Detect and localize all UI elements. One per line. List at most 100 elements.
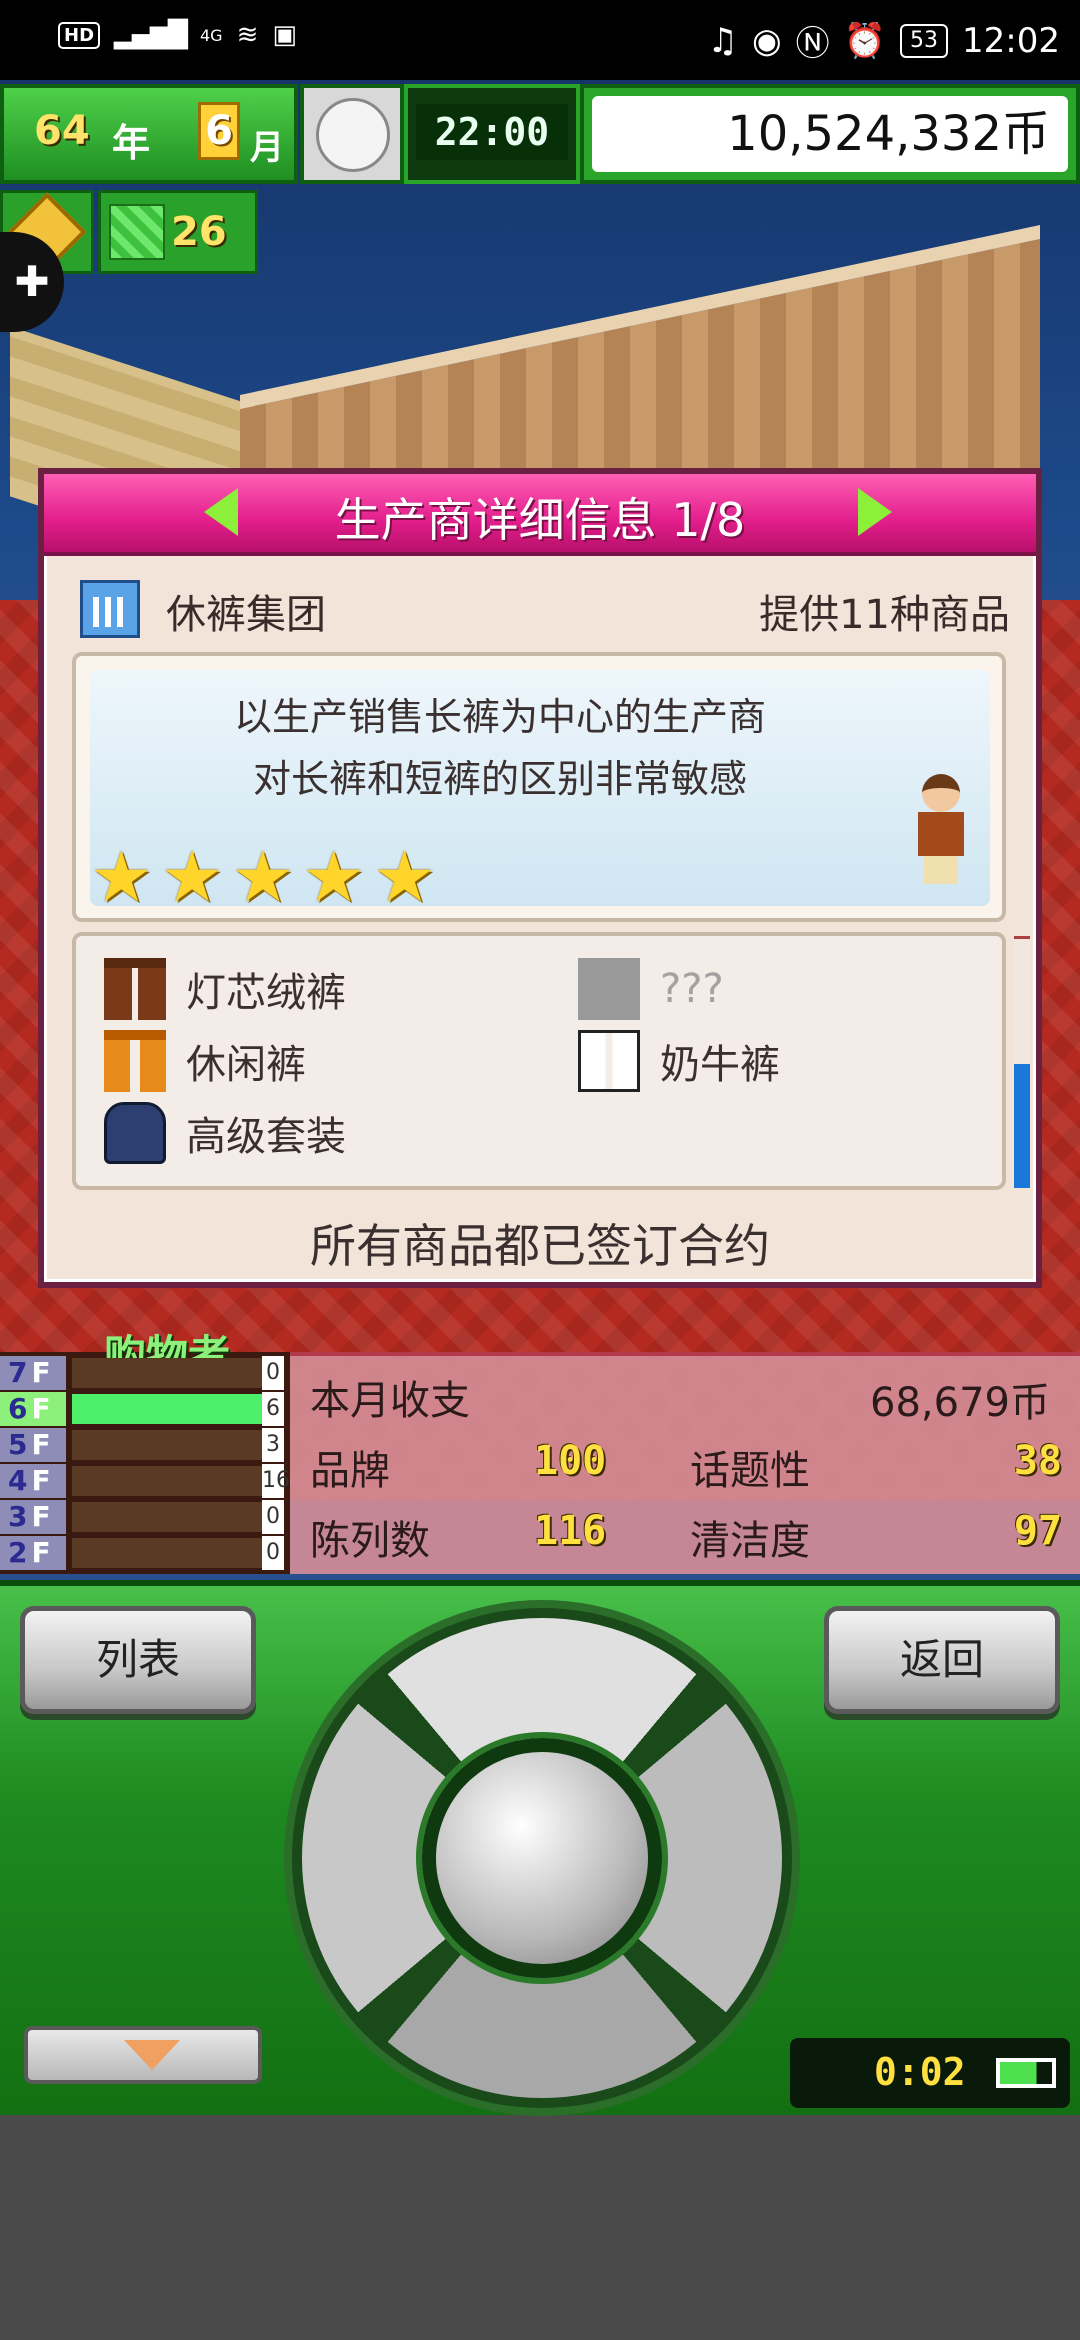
casual-pants-icon (104, 1030, 166, 1092)
goods-name: ??? (660, 966, 724, 1012)
list-item[interactable]: 灯芯绒裤 (104, 958, 346, 1020)
eye-icon: ◉ (752, 20, 782, 61)
shopper-count: 3 (262, 1428, 284, 1462)
network-label: 4G (200, 25, 223, 45)
floor-number: 6 (8, 1392, 28, 1425)
maker-info-row: 休裤集团 提供11种商品 (80, 574, 1010, 644)
panel-header: 生产商详细信息 1/8 (44, 474, 1036, 556)
clean-label: 清洁度 (690, 1518, 810, 1564)
floor-suffix: F (31, 1500, 51, 1533)
shopper-bar (72, 1538, 262, 1568)
floor-suffix: F (31, 1464, 51, 1497)
contract-status: 所有商品都已签订合约 (310, 1219, 770, 1273)
money-display: 10,524,332币 (580, 84, 1080, 184)
store-stats-panel: 本月收支 68,679币 品牌 100 话题性 38 陈列数 116 清洁度 9… (290, 1352, 1080, 1574)
character-sprite (910, 774, 970, 884)
shopper-bar (72, 1358, 262, 1388)
shopper-count: 0 (262, 1356, 284, 1390)
clover-icon (109, 204, 165, 260)
list-item[interactable]: ??? (578, 958, 724, 1020)
floor-row[interactable]: 4F 16 (0, 1464, 290, 1498)
virtual-controller: 列表 返回 0:02 (0, 1580, 1080, 2115)
shopper-count: 6 (262, 1392, 284, 1426)
display-label: 陈列数 (310, 1518, 430, 1564)
unknown-item-icon (578, 958, 640, 1020)
clean-value: 97 (1013, 1508, 1062, 1554)
topic-value: 38 (1013, 1438, 1062, 1484)
list-item[interactable]: 休闲裤 (104, 1030, 306, 1092)
shopper-bar (72, 1502, 262, 1532)
month-value: 6 (198, 102, 240, 160)
cow-pants-icon (578, 1030, 640, 1092)
floor-row[interactable]: 2F 0 (0, 1536, 290, 1570)
battery-icon (996, 2058, 1056, 2088)
game-time: 22:00 (416, 104, 568, 160)
floor-suffix: F (31, 1536, 51, 1569)
headphone-icon: ♫ (707, 20, 738, 61)
floor-number: 4 (8, 1464, 28, 1497)
shopper-count: 16 (262, 1464, 290, 1498)
shopper-bar (72, 1466, 262, 1496)
star-icon: ★ (231, 836, 295, 918)
hd-badge: HD (58, 21, 101, 49)
list-item[interactable]: 高级套装 (104, 1102, 346, 1164)
play-timer: 0:02 (790, 2038, 1070, 2108)
scroll-down-button[interactable] (24, 2026, 262, 2084)
rating-stars: ★ ★ ★ ★ ★ (90, 836, 436, 918)
wifi-icon: ≋ (236, 20, 259, 50)
money-value: 10,524,332币 (592, 96, 1068, 172)
scrollbar-thumb[interactable] (1014, 1064, 1030, 1188)
shopper-count: 0 (262, 1500, 284, 1534)
star-icon: ★ (302, 836, 366, 918)
goods-name: 休闲裤 (186, 1042, 306, 1088)
building-icon (80, 580, 140, 638)
floor-shoppers-panel: 购物者 7F 0 6F 6 5F 3 4F 16 3F 0 2F 0 (0, 1331, 290, 1574)
topic-label: 话题性 (690, 1448, 810, 1494)
research-points-display: 26 (98, 190, 258, 274)
game-time-display: 22:00 (404, 84, 580, 184)
floor-number: 2 (8, 1536, 28, 1569)
goods-scrollbar[interactable] (1014, 936, 1030, 1188)
list-button[interactable]: 列表 (20, 1606, 256, 1714)
corduroy-pants-icon (104, 958, 166, 1020)
clock-time: 12:02 (962, 20, 1060, 61)
star-icon: ★ (160, 836, 224, 918)
floor-number: 7 (8, 1356, 28, 1389)
floor-suffix: F (31, 1392, 51, 1425)
floor-number: 5 (8, 1428, 28, 1461)
shopper-count: 0 (262, 1536, 284, 1570)
display-value: 116 (534, 1508, 607, 1554)
star-icon: ★ (90, 836, 153, 918)
maker-detail-panel: 生产商详细信息 1/8 休裤集团 提供11种商品 以生产销售长裤为中心的生产商 … (38, 468, 1042, 1288)
maker-description: 以生产销售长裤为中心的生产商 对长裤和短裤的区别非常敏感 (90, 686, 910, 810)
next-arrow-icon[interactable] (858, 488, 892, 536)
shopper-bar (72, 1430, 262, 1460)
status-bar: HD ▂▄▆█ 4G ≋ ▣ ♫ ◉ Ⓝ ⏰ 53 12:02 (0, 0, 1080, 80)
signal-icon: ▂▄▆█ (114, 20, 188, 50)
income-label: 本月收支 (310, 1378, 470, 1424)
goods-name: 高级套装 (186, 1114, 346, 1160)
description-line-2: 对长裤和短裤的区别非常敏感 (252, 757, 747, 801)
maker-description-box: 以生产销售长裤为中心的生产商 对长裤和短裤的区别非常敏感 ★ ★ ★ ★ ★ (72, 652, 1006, 922)
floor-row[interactable]: 7F 0 (0, 1356, 290, 1390)
list-item[interactable]: 奶牛裤 (578, 1030, 780, 1092)
floor-row[interactable]: 6F 6 (0, 1392, 290, 1426)
clock-icon (300, 84, 404, 184)
brand-value: 100 (534, 1438, 607, 1484)
floor-row[interactable]: 5F 3 (0, 1428, 290, 1462)
description-line-1: 以生产销售长裤为中心的生产商 (233, 695, 766, 739)
down-triangle-icon (124, 2040, 180, 2070)
back-button[interactable]: 返回 (824, 1606, 1060, 1714)
floor-number: 3 (8, 1500, 28, 1533)
research-points-value: 26 (171, 209, 227, 255)
product-count: 提供11种商品 (759, 592, 1010, 638)
luxury-suit-icon (104, 1102, 166, 1164)
alarm-icon: ⏰ (843, 20, 887, 61)
floor-suffix: F (31, 1356, 51, 1389)
goods-name: 奶牛裤 (660, 1042, 780, 1088)
direction-pad[interactable] (292, 1608, 792, 2108)
tv-icon: ▣ (272, 20, 297, 50)
year-value: 64 (34, 108, 90, 154)
confirm-button[interactable] (422, 1738, 662, 1978)
floor-row[interactable]: 3F 0 (0, 1500, 290, 1534)
